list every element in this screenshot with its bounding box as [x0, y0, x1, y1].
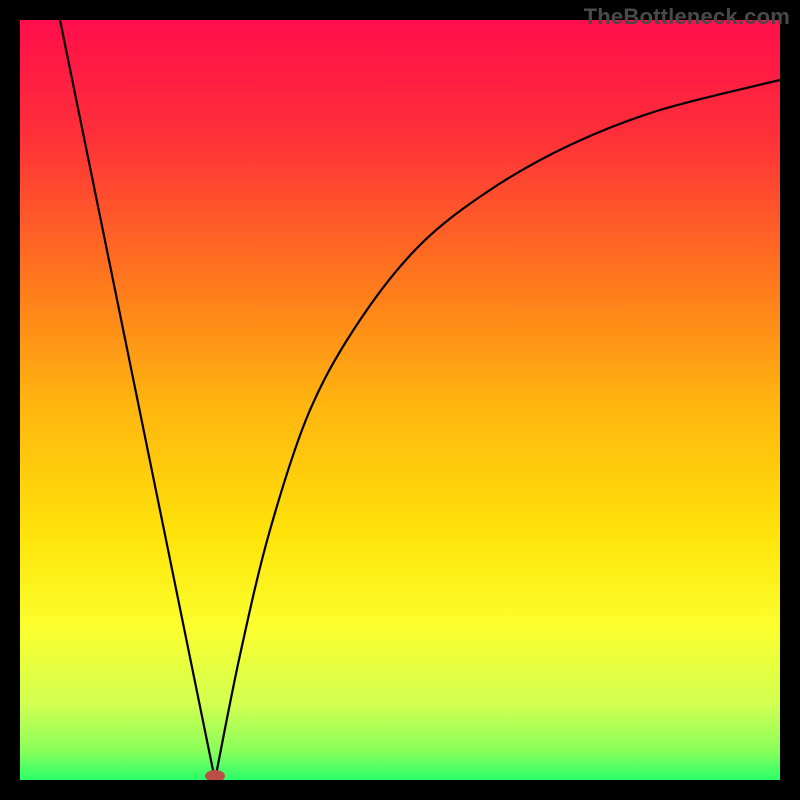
chart-frame: TheBottleneck.com	[0, 0, 800, 800]
plot-background	[20, 20, 780, 780]
chart-svg	[0, 0, 800, 800]
watermark-text: TheBottleneck.com	[584, 4, 790, 30]
vertex-marker	[205, 770, 225, 782]
